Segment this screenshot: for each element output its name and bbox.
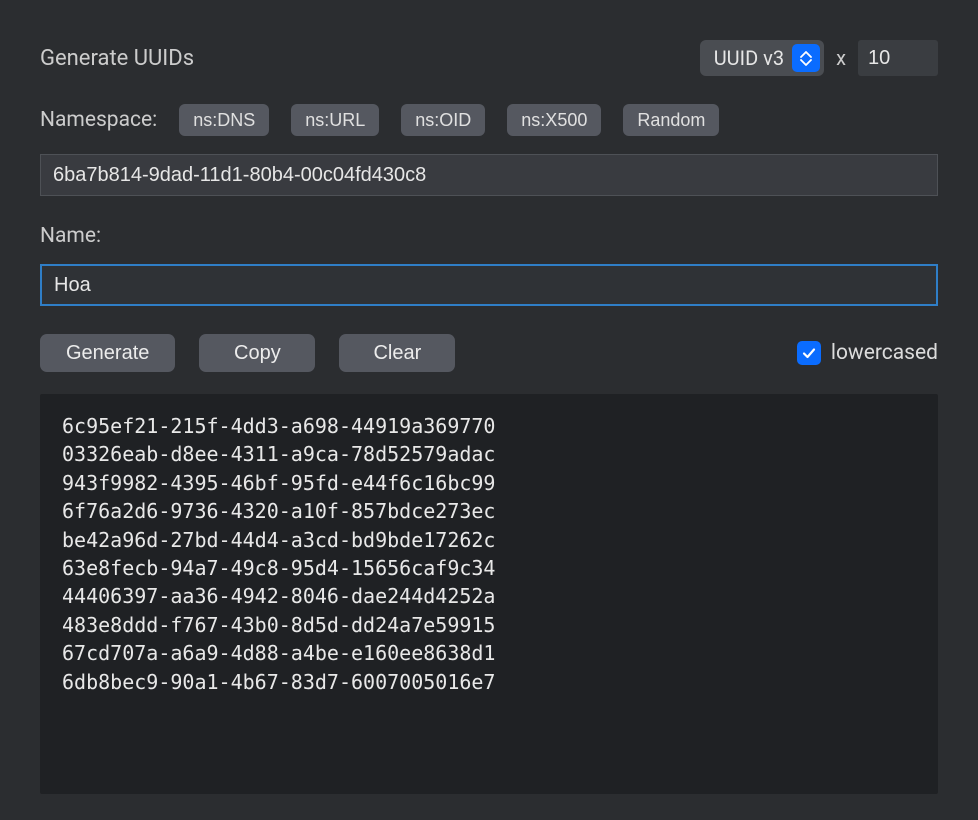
select-stepper-icon[interactable] xyxy=(792,44,820,72)
page-title: Generate UUIDs xyxy=(40,46,194,71)
lowercased-label: lowercased xyxy=(831,341,938,365)
uuid-version-select[interactable]: UUID v3 xyxy=(700,40,824,76)
namespace-label: Namespace: xyxy=(40,108,157,132)
check-icon xyxy=(801,345,817,361)
name-label: Name: xyxy=(40,224,938,248)
namespace-input[interactable] xyxy=(40,154,938,196)
generate-button[interactable]: Generate xyxy=(40,334,175,372)
namespace-chip-x500[interactable]: ns:X500 xyxy=(507,104,601,136)
namespace-chip-url[interactable]: ns:URL xyxy=(291,104,379,136)
namespace-chip-oid[interactable]: ns:OID xyxy=(401,104,485,136)
name-input[interactable] xyxy=(40,264,938,306)
copy-button[interactable]: Copy xyxy=(199,334,315,372)
namespace-chip-group: ns:DNS ns:URL ns:OID ns:X500 Random xyxy=(179,104,719,136)
multiplier-symbol: x xyxy=(836,46,846,70)
uuid-version-label: UUID v3 xyxy=(714,46,784,70)
count-input[interactable] xyxy=(858,40,938,76)
namespace-chip-random[interactable]: Random xyxy=(623,104,719,136)
output-area[interactable]: 6c95ef21-215f-4dd3-a698-44919a369770 033… xyxy=(40,394,938,794)
namespace-chip-dns[interactable]: ns:DNS xyxy=(179,104,269,136)
clear-button[interactable]: Clear xyxy=(339,334,455,372)
lowercased-checkbox[interactable] xyxy=(797,341,821,365)
